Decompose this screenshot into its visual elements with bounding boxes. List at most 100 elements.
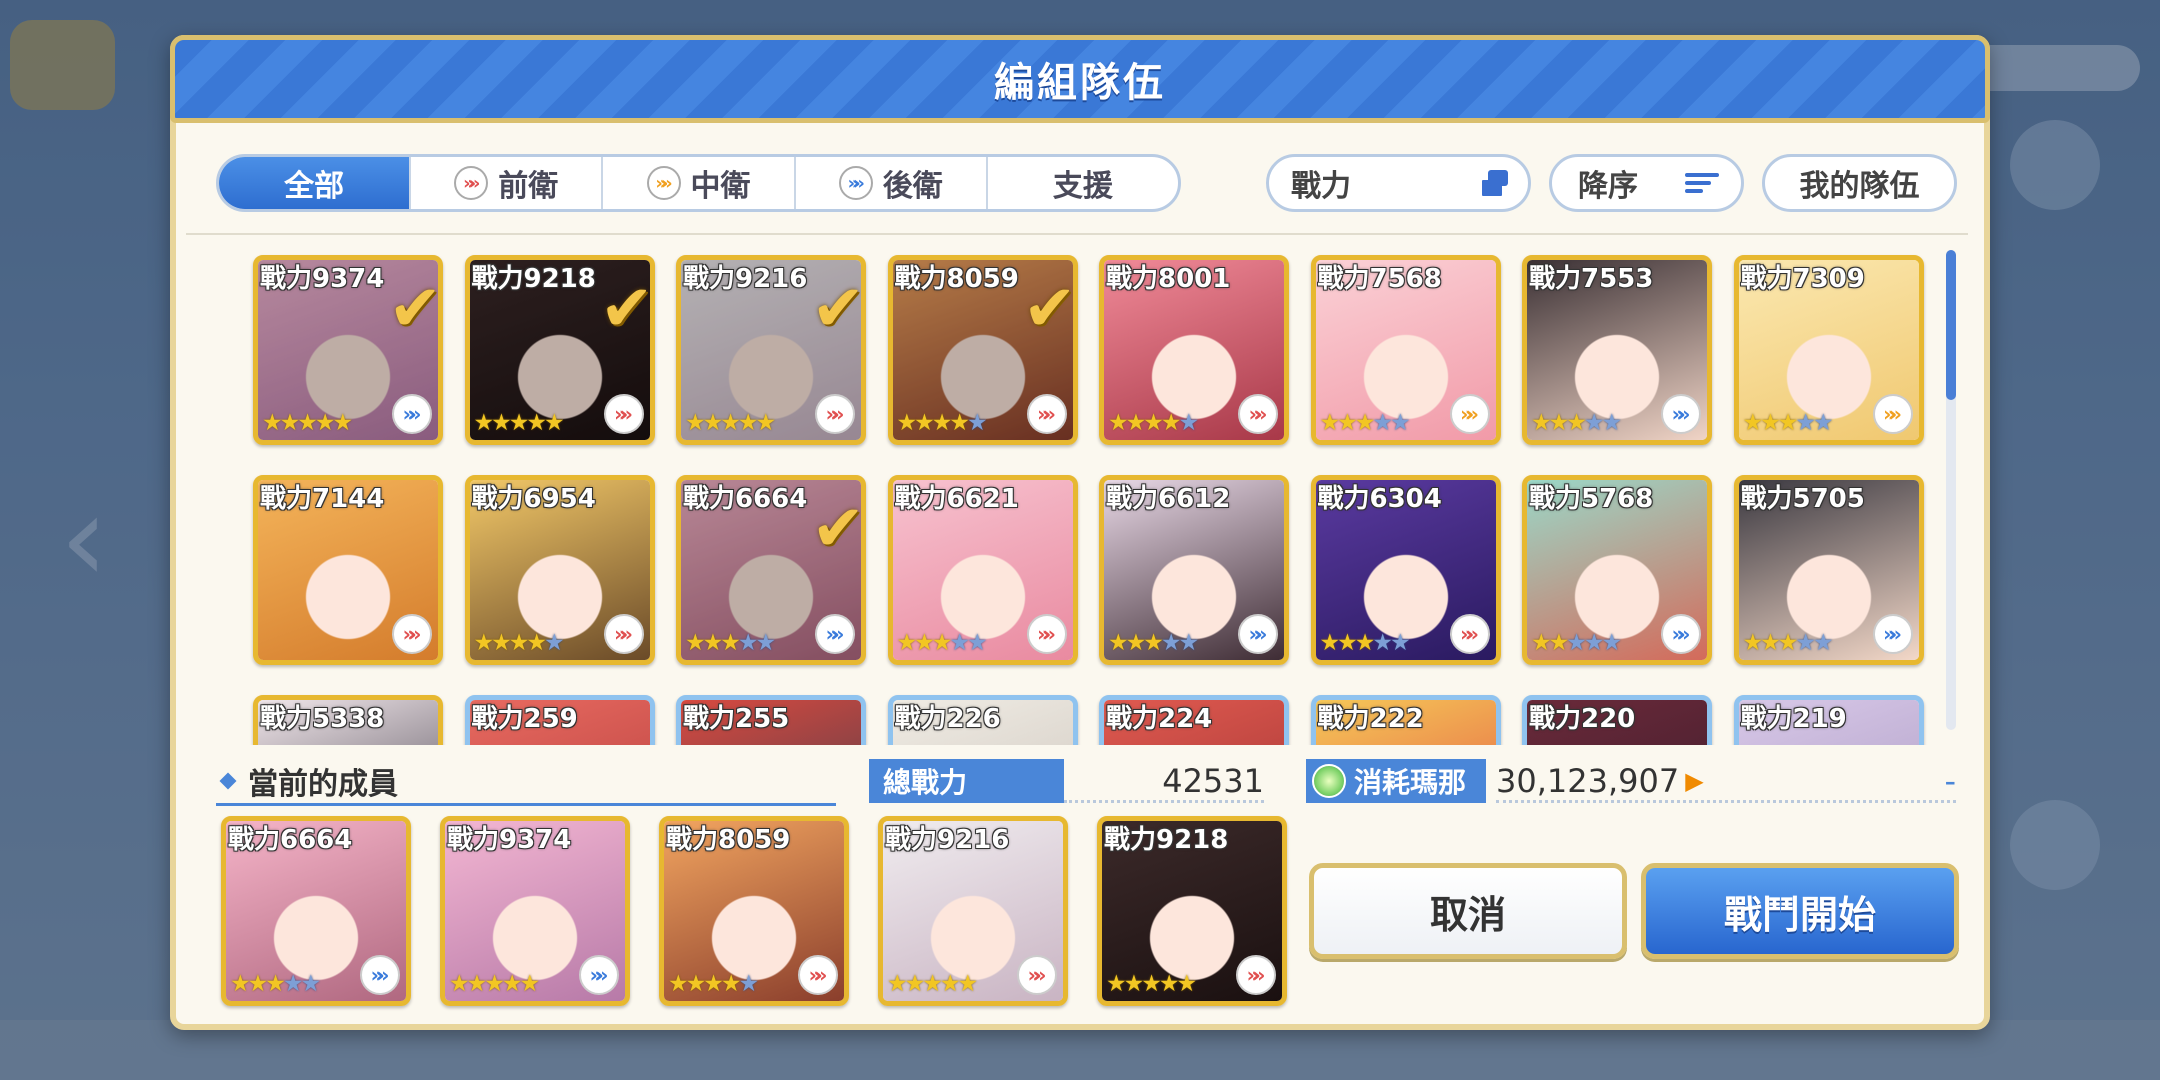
star-rating: ★★★★★ <box>887 971 978 997</box>
star-icon: ★ <box>1583 630 1605 656</box>
power-label: 戰力6621 <box>894 484 1019 514</box>
total-power-label: 總戰力 <box>869 759 1064 803</box>
character-card[interactable]: 戰力9374 ★★★★★»» ✔ <box>253 255 443 445</box>
star-icon: ★ <box>702 410 724 436</box>
tab-2[interactable]: »» 中衛 <box>603 157 796 209</box>
star-rating: ★★★★★ <box>230 971 321 997</box>
my-team-button[interactable]: 我的隊伍 <box>1762 154 1957 212</box>
character-card[interactable]: 戰力9216 ★★★★★»» ✔ <box>676 255 866 445</box>
sort-order-label: 降序 <box>1578 169 1638 204</box>
character-card[interactable]: 戰力7144 »» <box>253 475 443 665</box>
character-card[interactable]: 戰力6621 ★★★★★»» <box>887 475 1078 665</box>
member-card[interactable]: 戰力8059 ★★★★★»» <box>659 816 849 1006</box>
member-card[interactable]: 戰力6664 ★★★★★»» <box>221 816 411 1006</box>
front-role-icon: »» <box>603 394 644 434</box>
star-icon: ★ <box>1531 630 1552 656</box>
mid-role-icon: »» <box>1872 394 1913 434</box>
character-card[interactable]: 戰力226 <box>887 695 1078 745</box>
star-icon: ★ <box>1795 410 1816 436</box>
star-icon: ★ <box>1760 410 1781 436</box>
star-icon: ★ <box>491 630 512 656</box>
star-icon: ★ <box>1178 410 1200 436</box>
star-icon: ★ <box>230 971 251 997</box>
mid-role-icon: »» <box>646 166 681 200</box>
sort-order-button[interactable]: 降序 <box>1549 154 1744 212</box>
sort-options-icon <box>1480 170 1510 198</box>
character-card[interactable]: 戰力6304 ★★★★★»» <box>1310 475 1501 665</box>
star-rating: ★★★★★ <box>1320 410 1411 436</box>
start-battle-button[interactable]: 戰鬥開始 <box>1641 863 1959 959</box>
star-icon: ★ <box>931 410 953 436</box>
front-role-icon: »» <box>603 614 644 654</box>
star-icon: ★ <box>1176 971 1198 997</box>
star-rating: ★★★★★ <box>1742 630 1834 656</box>
mid-role-icon: »» <box>1449 394 1490 434</box>
star-icon: ★ <box>1158 971 1180 997</box>
star-icon: ★ <box>1108 630 1129 656</box>
member-card[interactable]: 戰力9218 ★★★★★»» <box>1097 816 1287 1006</box>
star-icon: ★ <box>544 630 565 656</box>
star-icon: ★ <box>1742 630 1764 656</box>
power-label: 戰力9374 <box>260 264 385 294</box>
star-icon: ★ <box>1106 971 1127 997</box>
star-icon: ★ <box>1337 630 1358 656</box>
character-card[interactable]: 戰力9218 ★★★★★»» ✔ <box>464 255 655 445</box>
character-card[interactable]: 戰力219 <box>1733 695 1924 745</box>
character-card[interactable]: 戰力220 <box>1522 695 1712 745</box>
sort-field-button[interactable]: 戰力 <box>1266 154 1531 212</box>
character-card[interactable]: 戰力259 <box>464 695 655 745</box>
character-card[interactable]: 戰力7553 ★★★★★»» <box>1522 255 1712 445</box>
tab-3[interactable]: »» 後衛 <box>796 157 988 209</box>
back-role-icon: »» <box>579 955 619 995</box>
tab-1[interactable]: »» 前衛 <box>411 157 604 209</box>
front-role-icon: »» <box>1238 394 1278 434</box>
star-rating: ★★★★★ <box>1531 630 1622 656</box>
character-card[interactable]: 戰力5705 ★★★★★»» <box>1733 475 1924 665</box>
back-role-icon: »» <box>1238 614 1278 654</box>
star-icon: ★ <box>702 630 724 656</box>
member-card[interactable]: 戰力9374 ★★★★★»» <box>440 816 630 1006</box>
character-card[interactable]: 戰力5338 <box>253 695 443 745</box>
star-icon: ★ <box>1354 410 1376 436</box>
cancel-button[interactable]: 取消 <box>1309 863 1627 959</box>
roster-scrollbar[interactable] <box>1946 250 1956 730</box>
star-icon: ★ <box>738 971 760 997</box>
star-icon: ★ <box>297 410 318 436</box>
star-icon: ★ <box>314 410 336 436</box>
character-card[interactable]: 戰力222 <box>1310 695 1501 745</box>
character-roster-grid[interactable]: 戰力9374 ★★★★★»» ✔ 戰力9218 ★★★★★»» ✔ 戰力9216 ★★★★★»… <box>186 233 1968 745</box>
character-card[interactable]: 戰力6664 ★★★★★»» ✔ <box>676 475 866 665</box>
character-card[interactable]: 戰力224 <box>1099 695 1289 745</box>
star-icon: ★ <box>247 971 269 997</box>
star-icon: ★ <box>1372 630 1393 656</box>
star-icon: ★ <box>949 410 970 436</box>
sort-descending-icon <box>1685 173 1719 193</box>
tab-0[interactable]: 全部 <box>219 157 412 209</box>
power-label: 戰力6664 <box>228 825 353 855</box>
star-rating: ★★★★★ <box>1320 630 1411 656</box>
character-card[interactable]: 戰力8059 ★★★★★»» ✔ <box>887 255 1078 445</box>
character-card[interactable]: 戰力7309 ★★★★★»» <box>1733 255 1924 445</box>
back-role-icon: »» <box>838 166 873 200</box>
star-icon: ★ <box>484 971 505 997</box>
tab-4[interactable]: 支援 <box>988 157 1178 209</box>
roster-scrollbar-thumb[interactable] <box>1946 250 1956 400</box>
character-card[interactable]: 戰力5768 ★★★★★»» <box>1522 475 1712 665</box>
character-card[interactable]: 戰力255 <box>676 695 866 745</box>
star-icon: ★ <box>737 410 759 436</box>
star-icon: ★ <box>967 630 988 656</box>
character-card[interactable]: 戰力6612 ★★★★★»» <box>1099 475 1289 665</box>
star-icon: ★ <box>1143 630 1164 656</box>
star-icon: ★ <box>466 971 488 997</box>
power-label: 戰力8059 <box>666 825 791 855</box>
checkmark-icon: ✔ <box>1022 272 1077 346</box>
character-card[interactable]: 戰力8001 ★★★★★»» <box>1099 255 1289 445</box>
power-label: 戰力222 <box>1317 704 1424 734</box>
member-card[interactable]: 戰力9216 ★★★★★»» <box>878 816 1068 1006</box>
sort-field-label: 戰力 <box>1291 169 1351 204</box>
tab-label: 中衛 <box>690 169 751 204</box>
character-card[interactable]: 戰力6954 ★★★★★»» <box>464 475 655 665</box>
character-card[interactable]: 戰力7568 ★★★★★»» <box>1310 255 1501 445</box>
star-icon: ★ <box>1813 630 1834 656</box>
power-label: 戰力9374 <box>447 825 572 855</box>
